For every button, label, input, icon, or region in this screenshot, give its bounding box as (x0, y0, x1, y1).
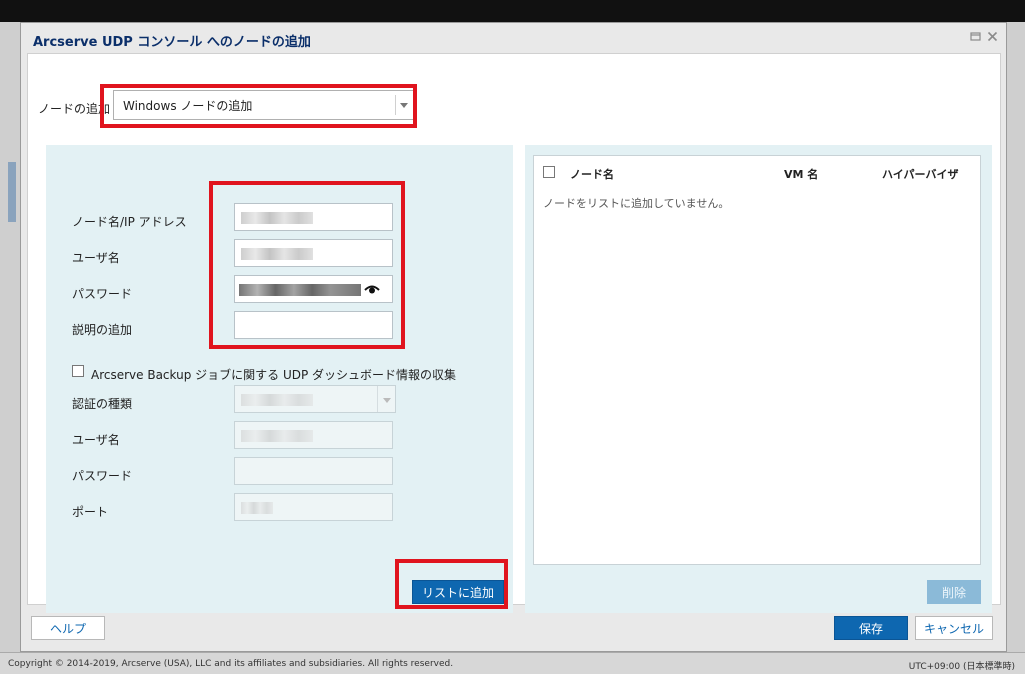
column-header-hypervisor[interactable]: ハイパーバイザ (882, 166, 958, 182)
save-button[interactable]: 保存 (834, 616, 908, 640)
dialog-body: ノードの追加 Windows ノードの追加 ノード名/IP アドレス ユーザ名 … (27, 53, 1001, 613)
port-label: ポート (72, 505, 109, 519)
port-input[interactable] (234, 493, 393, 521)
hostname-label: ノード名/IP アドレス (72, 215, 187, 229)
arcserve-backup-checkbox-label: Arcserve Backup ジョブに関する UDP ダッシュボード情報の収集 (91, 368, 457, 382)
help-button[interactable]: ヘルプ (31, 616, 105, 640)
status-bar: Copyright © 2014-2019, Arcserve (USA), L… (0, 652, 1025, 674)
backup-username-label: ユーザ名 (72, 433, 120, 447)
node-list: ノード名 VM 名 ハイパーバイザ ノードをリストに追加していません。 (533, 155, 981, 565)
background-strip (8, 162, 16, 222)
auth-type-select[interactable] (234, 385, 396, 413)
dialog-controls (970, 31, 998, 45)
password-label: パスワード (72, 287, 133, 301)
redacted-text (241, 502, 273, 514)
username-label: ユーザ名 (72, 251, 120, 265)
chevron-down-icon[interactable] (377, 386, 395, 412)
backup-username-input[interactable] (234, 421, 393, 449)
delete-button[interactable]: 削除 (927, 580, 981, 604)
timezone-text: UTC+09:00 (日本標準時) (908, 662, 1015, 672)
backup-password-label: パスワード (72, 469, 133, 483)
highlight-credentials (209, 181, 405, 349)
select-all-checkbox[interactable] (543, 166, 555, 178)
column-header-node-name[interactable]: ノード名 (570, 166, 614, 182)
add-node-dialog: Arcserve UDP コンソール へのノードの追加 ノードの追加 Windo… (20, 22, 1007, 652)
cancel-button[interactable]: キャンセル (915, 616, 993, 640)
copyright-text: Copyright © 2014-2019, Arcserve (USA), L… (8, 659, 454, 669)
description-label: 説明の追加 (72, 323, 133, 337)
arcserve-backup-checkbox[interactable] (72, 365, 84, 377)
close-icon[interactable] (987, 31, 998, 45)
backup-password-input[interactable] (234, 457, 393, 485)
highlight-add-node-select (100, 84, 417, 128)
top-bar (0, 0, 1025, 22)
redacted-text (241, 394, 313, 406)
empty-list-message: ノードをリストに追加していません。 (543, 197, 730, 210)
restore-icon[interactable] (970, 31, 981, 45)
highlight-add-to-list (395, 559, 508, 609)
dialog-title: Arcserve UDP コンソール へのノードの追加 (33, 35, 311, 50)
auth-type-label: 認証の種類 (72, 397, 133, 411)
column-header-vm-name[interactable]: VM 名 (784, 166, 818, 182)
node-list-panel: ノード名 VM 名 ハイパーバイザ ノードをリストに追加していません。 削除 (525, 145, 992, 613)
redacted-text (241, 430, 313, 442)
